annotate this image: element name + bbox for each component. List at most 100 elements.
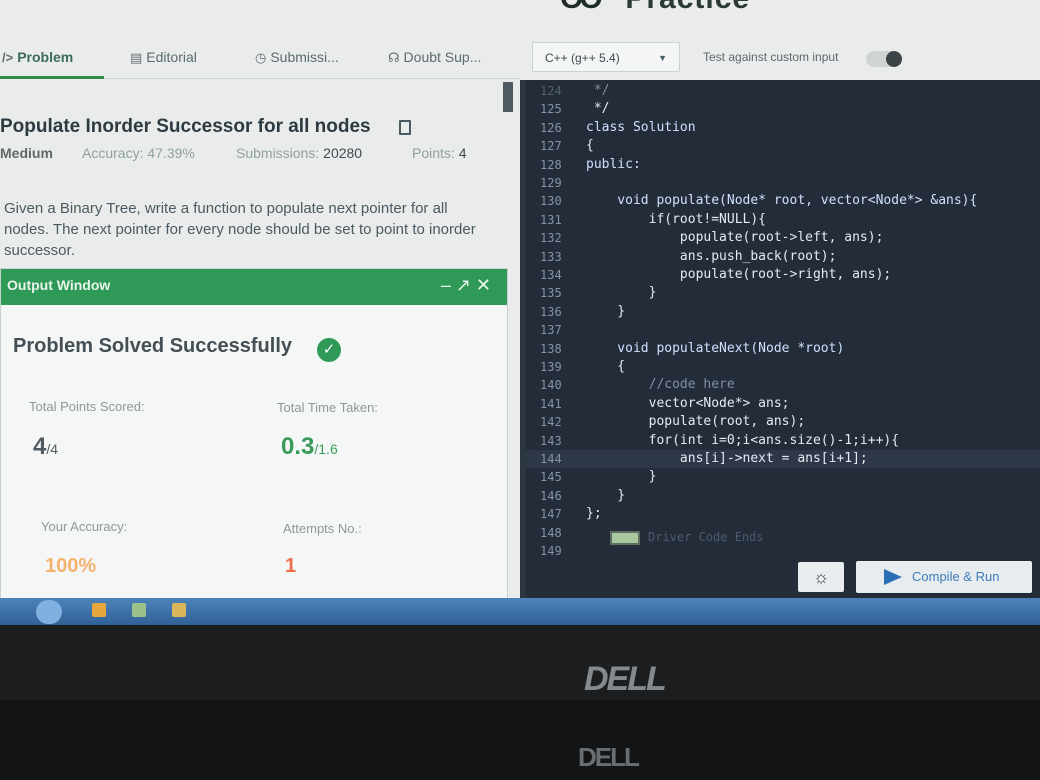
code-line[interactable]: 129 — [526, 174, 1040, 192]
custom-input-toggle[interactable] — [866, 51, 902, 67]
code-line[interactable]: 149 — [526, 542, 1040, 560]
check-icon: ✓ — [317, 338, 341, 362]
points-label: Total Points Scored: — [29, 399, 145, 414]
accuracy-value: 100% — [45, 555, 97, 577]
line-number: 136 — [540, 304, 562, 319]
line-number: 138 — [540, 341, 562, 356]
code-line[interactable]: 130 void populate(Node* root, vector<Nod… — [526, 192, 1040, 210]
start-button[interactable] — [36, 600, 62, 624]
code-line[interactable]: 125 */ — [526, 100, 1040, 118]
tab-editorial[interactable]: ▤ Editorial — [130, 44, 197, 70]
code-line[interactable]: 138 void populateNext(Node *root) — [526, 340, 1040, 358]
play-icon — [884, 569, 902, 585]
line-number: 141 — [540, 396, 562, 411]
line-number: 124 — [540, 84, 562, 98]
code-line[interactable]: 139 { — [526, 358, 1040, 376]
toggle-knob — [886, 51, 902, 67]
document-icon: ▤ — [130, 50, 143, 65]
line-number: 125 — [540, 102, 562, 117]
code-line[interactable]: 146 } — [526, 487, 1040, 505]
time-value: 0.3/1.6 — [281, 433, 338, 460]
code-line[interactable]: 137 — [526, 321, 1040, 339]
code-text: vector<Node*> ans; — [586, 395, 790, 411]
line-number: 147 — [540, 507, 562, 522]
output-window-title: Output Window — [7, 277, 111, 293]
output-window-header: Output Window – ↗ ✕ — [1, 269, 507, 305]
clock-icon: ◷ — [255, 50, 267, 65]
code-text: populate(root, ans); — [586, 414, 806, 430]
code-text: ans[i]->next = ans[i+1]; — [586, 451, 868, 466]
code-line[interactable]: 142 populate(root, ans); — [526, 413, 1040, 431]
code-text: { — [586, 138, 594, 154]
window-controls[interactable]: – ↗ ✕ — [441, 275, 491, 296]
line-number: 143 — [540, 433, 562, 448]
code-line[interactable]: 132 populate(root->left, ans); — [526, 229, 1040, 247]
line-number: 132 — [540, 231, 562, 246]
brand-logo: OO Practice — [560, 0, 750, 16]
code-text: void populateNext(Node *root) — [586, 340, 845, 356]
line-number: 127 — [540, 139, 562, 154]
problem-description: Given a Binary Tree, write a function to… — [4, 200, 476, 259]
code-text: }; — [586, 506, 602, 522]
problem-tabs: /> Problem ▤ Editorial ◷ Submissi... ☊ Doubt… — [0, 38, 520, 79]
language-select[interactable]: C++ (g++ 5.4) ▼ — [532, 42, 680, 72]
line-number: 140 — [540, 378, 562, 393]
code-editor[interactable]: 124 */125 */126 class Solution 127{128 publ… — [520, 80, 1040, 600]
code-line[interactable]: 144 ans[i]->next = ans[i+1]; — [526, 450, 1040, 468]
code-line[interactable]: 143 for(int i=0;i<ans.size()-1;i++){ — [526, 432, 1040, 450]
code-text: */ — [586, 83, 610, 98]
bookmark-icon[interactable] — [399, 120, 411, 135]
code-line[interactable]: 136 } — [526, 303, 1040, 321]
code-line[interactable]: 127 { — [526, 137, 1040, 155]
code-line[interactable]: 148 — [526, 524, 1040, 542]
problem-title: Populate Inorder Successor for all nodes — [0, 116, 371, 137]
tab-doubt-support[interactable]: ☊ Doubt Sup... — [388, 44, 481, 70]
code-line[interactable]: 126 class Solution — [526, 119, 1040, 137]
time-label: Total Time Taken: — [277, 400, 378, 415]
code-line[interactable]: 133 ans.push_back(root); — [526, 248, 1040, 266]
code-line[interactable]: 134 populate(root->right, ans); — [526, 266, 1040, 284]
compile-run-button[interactable]: Compile & Run — [856, 561, 1032, 593]
code-line[interactable]: 135 } — [526, 284, 1040, 302]
fold-marker[interactable] — [610, 531, 640, 545]
line-number: 142 — [540, 415, 562, 430]
tab-submissions[interactable]: ◷ Submissi... — [255, 44, 339, 70]
code-line[interactable]: 140 //code here — [526, 376, 1040, 394]
line-number: 148 — [540, 525, 562, 540]
code-text: //code here — [586, 377, 735, 393]
panel-resize-handle[interactable] — [503, 82, 513, 112]
line-number: 137 — [540, 323, 562, 338]
browser-icon[interactable] — [172, 603, 186, 617]
line-number: 128 — [540, 157, 562, 172]
code-line[interactable]: 131 if(root!=NULL){ — [526, 211, 1040, 229]
code-text: class Solution — [586, 119, 696, 135]
code-text: { — [586, 359, 626, 374]
line-number: 135 — [540, 286, 562, 301]
theme-toggle-button[interactable]: ☼ — [798, 562, 844, 592]
code-text: } — [586, 469, 657, 485]
code-text: populate(root->right, ans); — [586, 267, 892, 282]
difficulty: Medium — [0, 145, 53, 161]
screen: OO Practice />Problem ▤Editorial ◷Submis… — [0, 0, 1040, 625]
accuracy-label: Your Accuracy: — [41, 519, 128, 534]
media-icon[interactable] — [132, 603, 146, 617]
code-text: */ — [586, 101, 610, 117]
laptop-bezel — [0, 700, 1040, 780]
code-text: ans.push_back(root); — [586, 248, 837, 264]
code-line[interactable]: 124 */ — [526, 82, 1040, 100]
line-number: 134 — [540, 268, 562, 282]
code-text: } — [586, 285, 657, 301]
points-value: 4/4 — [33, 433, 59, 460]
tab-problem[interactable]: /> Problem — [2, 44, 73, 70]
code-text: } — [586, 303, 626, 319]
code-text: } — [586, 487, 626, 503]
submissions-meta: Submissions: 20280 — [236, 145, 363, 161]
code-line[interactable]: 145 } — [526, 468, 1040, 486]
code-line[interactable]: 141 vector<Node*> ans; — [526, 395, 1040, 413]
code-line[interactable]: 128 public: — [526, 156, 1040, 174]
laptop-logo-lower: DELL — [578, 742, 640, 772]
folder-icon[interactable] — [92, 603, 106, 617]
attempts-label: Attempts No.: — [283, 521, 362, 536]
accuracy-meta: Accuracy: 47.39% — [82, 145, 195, 161]
code-line[interactable]: 147}; — [526, 505, 1040, 523]
